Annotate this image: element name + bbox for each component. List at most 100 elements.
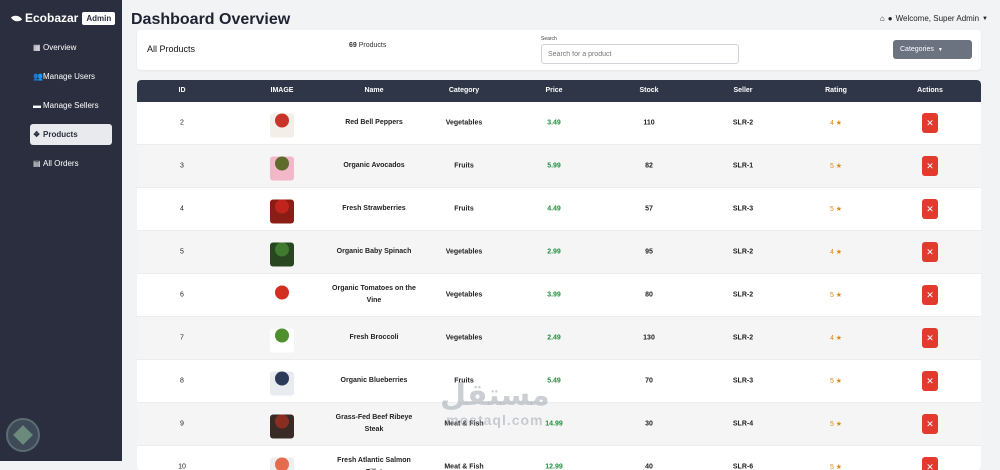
section-title: All Products (147, 44, 195, 54)
cell-stock: 110 (643, 120, 654, 127)
brand[interactable]: Ecobazar Admin (12, 11, 115, 25)
actions-cell: ✕ (922, 371, 938, 391)
delete-button[interactable]: ✕ (922, 285, 938, 305)
product-image (270, 109, 294, 138)
delete-button[interactable]: ✕ (922, 199, 938, 219)
sidebar-item-label: Overview (43, 43, 76, 52)
user-menu[interactable]: ⌂ ● Welcome, Super Admin ▼ (880, 14, 988, 23)
product-thumbnail (270, 415, 294, 439)
cell-stock: 130 (643, 335, 655, 342)
home-icon[interactable]: ⌂ (880, 14, 885, 23)
cell-id: 5 (180, 249, 184, 256)
cell-name: Fresh Broccoli (330, 332, 418, 344)
close-icon: ✕ (926, 204, 934, 215)
delete-button[interactable]: ✕ (922, 156, 938, 176)
table-row[interactable]: 7Fresh BroccoliVegetables2.49130SLR-24 ★… (137, 317, 981, 360)
cell-seller: SLR-1 (733, 163, 753, 170)
cell-id: 6 (180, 292, 184, 299)
cell-stock: 70 (645, 378, 653, 385)
column-header-image: IMAGE (271, 80, 294, 102)
product-image (270, 453, 294, 470)
product-thumbnail (270, 458, 294, 470)
cell-id: 9 (180, 421, 184, 428)
caret-down-icon: ▼ (982, 16, 988, 22)
product-image (270, 281, 294, 310)
cell-cat: Meat & Fish (444, 464, 483, 470)
cell-stock: 40 (645, 464, 653, 470)
table-row[interactable]: 10Fresh Atlantic Salmon FilletMeat & Fis… (137, 446, 981, 470)
product-thumbnail (270, 200, 294, 224)
actions-cell: ✕ (922, 414, 938, 434)
product-photo (275, 372, 289, 386)
product-photo (275, 458, 289, 470)
boxes-icon: ❖ (33, 130, 43, 139)
sidebar-item-manage-users[interactable]: 👥Manage Users (30, 66, 112, 87)
cell-price: 12.99 (545, 464, 563, 470)
admin-badge: Admin (82, 12, 115, 25)
delete-button[interactable]: ✕ (922, 414, 938, 434)
sidebar-item-label: All Orders (43, 159, 79, 168)
close-icon: ✕ (926, 462, 934, 470)
close-icon: ✕ (926, 247, 934, 258)
product-thumbnail (270, 157, 294, 181)
cell-cat: Vegetables (446, 249, 483, 256)
cell-seller: SLR-2 (733, 120, 753, 127)
delete-button[interactable]: ✕ (922, 371, 938, 391)
delete-button[interactable]: ✕ (922, 328, 938, 348)
delete-button[interactable]: ✕ (922, 242, 938, 262)
close-icon: ✕ (926, 333, 934, 344)
table-row[interactable]: 4Fresh StrawberriesFruits4.4957SLR-35 ★✕ (137, 188, 981, 231)
cell-rating: 5 ★ (830, 463, 842, 470)
cell-name: Organic Avocados (330, 160, 418, 172)
cell-id: 4 (180, 206, 184, 213)
column-header-price: Price (545, 80, 562, 102)
cell-name: Red Bell Peppers (330, 117, 418, 129)
column-header-name: Name (364, 80, 383, 102)
close-icon: ✕ (926, 376, 934, 387)
cell-stock: 80 (645, 292, 653, 299)
sidebar-item-all-orders[interactable]: ▤All Orders (30, 153, 112, 174)
sidebar-item-products[interactable]: ❖Products (30, 124, 112, 145)
delete-button[interactable]: ✕ (922, 457, 938, 470)
column-header-rating: Rating (825, 80, 847, 102)
actions-cell: ✕ (922, 199, 938, 219)
cell-cat: Vegetables (446, 335, 483, 342)
cell-stock: 57 (645, 206, 653, 213)
table-row[interactable]: 6Organic Tomatoes on the VineVegetables3… (137, 274, 981, 317)
cell-id: 7 (180, 335, 184, 342)
cell-stock: 30 (645, 421, 653, 428)
cell-seller: SLR-4 (733, 421, 753, 428)
actions-cell: ✕ (922, 156, 938, 176)
product-image (270, 195, 294, 224)
brand-name: Ecobazar (25, 11, 78, 25)
table-body: 2Red Bell PeppersVegetables3.49110SLR-24… (137, 102, 981, 470)
store-icon: ▬ (33, 101, 43, 110)
table-row[interactable]: 2Red Bell PeppersVegetables3.49110SLR-24… (137, 102, 981, 145)
product-photo (275, 415, 289, 429)
search-input[interactable] (541, 44, 739, 64)
column-header-id: ID (179, 80, 186, 102)
delete-button[interactable]: ✕ (922, 113, 938, 133)
sidebar-nav: ▦Overview 👥Manage Users ▬Manage Sellers ❖Pr… (30, 37, 112, 182)
sidebar-item-overview[interactable]: ▦Overview (30, 37, 112, 58)
sidebar-item-manage-sellers[interactable]: ▬Manage Sellers (30, 95, 112, 116)
table-row[interactable]: 8Organic BlueberriesFruits5.4970SLR-35 ★… (137, 360, 981, 403)
shield-icon (13, 425, 33, 445)
table-row[interactable]: 9Grass-Fed Beef Ribeye SteakMeat & Fish1… (137, 403, 981, 446)
product-image (270, 152, 294, 181)
cell-stock: 95 (645, 249, 653, 256)
cell-rating: 4 ★ (830, 334, 842, 342)
products-table: IDIMAGENameCategoryPriceStockSellerRatin… (137, 80, 981, 470)
cell-seller: SLR-3 (733, 378, 753, 385)
cell-seller: SLR-3 (733, 206, 753, 213)
cell-cat: Fruits (454, 206, 473, 213)
product-thumbnail (270, 286, 294, 310)
cell-stock: 82 (645, 163, 653, 170)
product-count-value: 69 (349, 42, 357, 49)
categories-dropdown-button[interactable]: Categories ▼ (893, 40, 972, 59)
product-image (270, 324, 294, 353)
table-row[interactable]: 5Organic Baby SpinachVegetables2.9995SLR… (137, 231, 981, 274)
table-row[interactable]: 3Organic AvocadosFruits5.9982SLR-15 ★✕ (137, 145, 981, 188)
close-icon: ✕ (926, 419, 934, 430)
leaf-icon (11, 13, 22, 23)
